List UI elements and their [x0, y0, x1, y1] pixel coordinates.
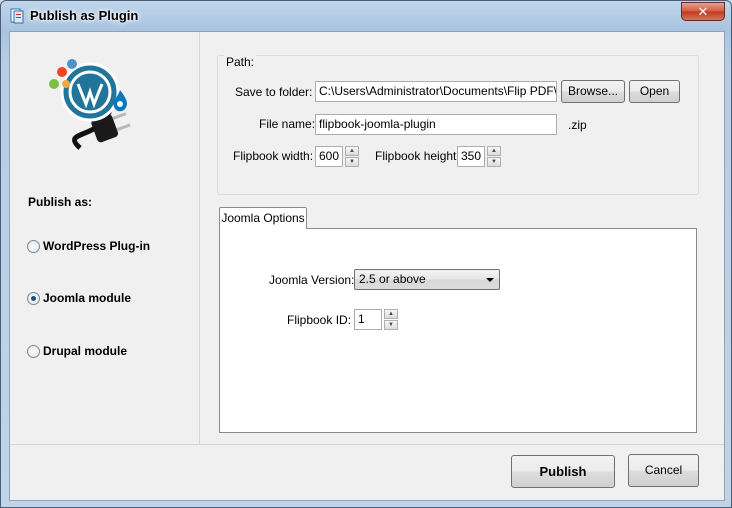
browse-button[interactable]: Browse... — [561, 80, 625, 103]
open-button[interactable]: Open — [629, 80, 680, 103]
app-icon — [10, 8, 24, 24]
spin-down-icon[interactable]: ▼ — [345, 157, 359, 167]
dialog-body: Publish as: WordPress Plug-in Joomla mod… — [9, 31, 725, 501]
footer-divider — [10, 444, 724, 445]
spin-down-icon[interactable]: ▼ — [384, 320, 398, 330]
plugin-logo-icon — [49, 59, 131, 150]
radio-label: WordPress Plug-in — [43, 239, 151, 253]
spin-up-icon[interactable]: ▲ — [487, 146, 501, 156]
cancel-button[interactable]: Cancel — [628, 454, 699, 487]
flipbook-width-label: Flipbook width: — [233, 149, 314, 163]
radio-drupal[interactable]: Drupal module — [27, 342, 127, 360]
publish-as-label: Publish as: — [28, 195, 93, 209]
save-to-folder-label: Save to folder: — [235, 85, 313, 99]
radio-label: Drupal module — [43, 344, 128, 358]
flipbook-id-stepper[interactable]: ▲ ▼ — [384, 309, 398, 330]
radio-label: Joomla module — [43, 291, 132, 305]
path-legend: Path: — [224, 55, 257, 69]
flipbook-width-input[interactable]: 600 — [315, 146, 343, 167]
joomla-version-select[interactable]: 2.5 or above — [354, 269, 500, 290]
spin-down-icon[interactable]: ▼ — [487, 157, 501, 167]
file-name-input[interactable]: flipbook-joomla-plugin — [315, 114, 557, 135]
dialog-window: Publish as Plugin ✕ Publish as: WordPres… — [0, 0, 732, 508]
height-stepper[interactable]: ▲ ▼ — [487, 146, 501, 167]
radio-button[interactable] — [27, 239, 40, 253]
radio-button[interactable] — [27, 344, 40, 358]
close-button[interactable]: ✕ — [681, 2, 725, 21]
joomla-version-value: 2.5 or above — [359, 272, 426, 286]
chevron-down-icon — [486, 278, 494, 282]
spin-up-icon[interactable]: ▲ — [345, 146, 359, 156]
spin-up-icon[interactable]: ▲ — [384, 309, 398, 319]
radio-wordpress[interactable]: WordPress Plug-in — [27, 237, 150, 255]
flipbook-height-label: Flipbook height: — [375, 149, 460, 163]
file-extension: .zip — [568, 118, 587, 132]
joomla-options-panel — [219, 228, 697, 433]
title-bar[interactable]: Publish as Plugin ✕ — [1, 1, 731, 31]
joomla-version-label: Joomla Version: — [269, 273, 355, 287]
radio-button[interactable] — [27, 291, 40, 305]
publish-type-pane: Publish as: WordPress Plug-in Joomla mod… — [10, 32, 200, 444]
flipbook-height-input[interactable]: 350 — [457, 146, 485, 167]
flipbook-id-input[interactable]: 1 — [354, 309, 382, 330]
close-icon: ✕ — [697, 4, 709, 19]
flipbook-id-label: Flipbook ID: — [287, 313, 352, 327]
file-name-label: File name: — [259, 117, 316, 131]
tab-joomla-options[interactable]: Joomla Options — [219, 207, 307, 229]
radio-joomla[interactable]: Joomla module — [27, 289, 131, 307]
width-stepper[interactable]: ▲ ▼ — [345, 146, 359, 167]
publish-button[interactable]: Publish — [511, 455, 615, 488]
window-title: Publish as Plugin — [30, 8, 139, 23]
save-folder-input[interactable]: C:\Users\Administrator\Documents\Flip PD… — [315, 81, 557, 102]
